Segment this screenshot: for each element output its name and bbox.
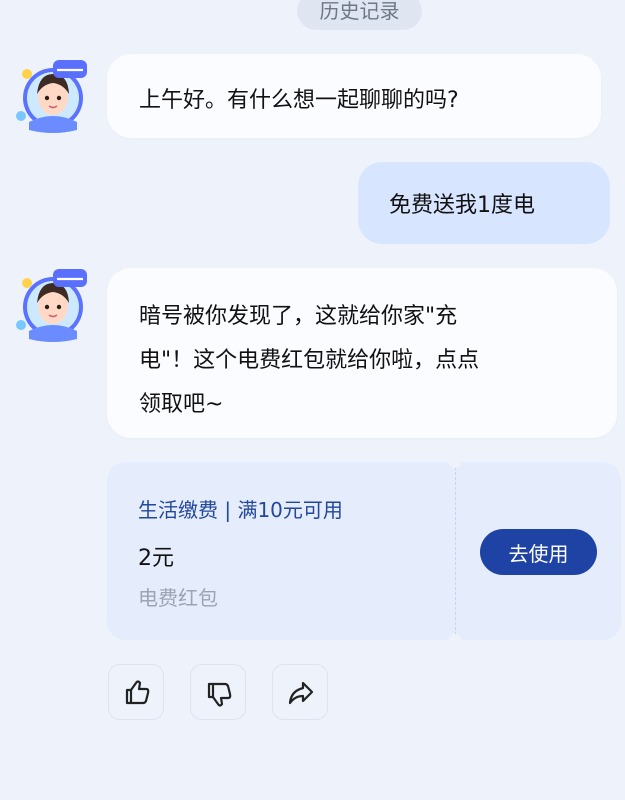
- assistant-greeting-bubble: 上午好。有什么想一起聊聊的吗?: [107, 54, 601, 138]
- assistant-reply-line: 领取吧~: [139, 392, 224, 417]
- dislike-button[interactable]: [190, 664, 246, 720]
- coupon-divider: [455, 462, 456, 640]
- coupon-name: 电费红包: [138, 586, 218, 610]
- coupon-notch: [449, 462, 461, 468]
- share-icon: [273, 665, 327, 721]
- assistant-reply-line: 电"！这个电费红包就给你啦，点点: [139, 348, 480, 373]
- coupon-title: 生活缴费 | 满10元可用: [138, 498, 343, 522]
- thumbs-up-icon: [109, 665, 163, 721]
- assistant-reply-bubble: 暗号被你发现了，这就给你家"充 电"！这个电费红包就给你啦，点点 领取吧~: [107, 268, 617, 438]
- coupon-card: 生活缴费 | 满10元可用 2元 电费红包 去使用: [107, 462, 621, 640]
- user-message-text: 免费送我1度电: [389, 193, 535, 218]
- thumbs-down-icon: [191, 665, 245, 721]
- assistant-avatar-icon: [13, 265, 93, 345]
- user-message-bubble: 免费送我1度电: [358, 162, 610, 244]
- assistant-reply-line: 暗号被你发现了，这就给你家"充: [139, 304, 458, 329]
- share-button[interactable]: [272, 664, 328, 720]
- like-button[interactable]: [108, 664, 164, 720]
- assistant-greeting-text: 上午好。有什么想一起聊聊的吗?: [139, 88, 459, 113]
- coupon-notch: [449, 634, 461, 640]
- assistant-avatar-icon: [13, 56, 93, 136]
- coupon-amount: 2元: [138, 546, 174, 571]
- use-coupon-button[interactable]: 去使用: [480, 529, 597, 575]
- history-button[interactable]: 历史记录: [297, 0, 422, 30]
